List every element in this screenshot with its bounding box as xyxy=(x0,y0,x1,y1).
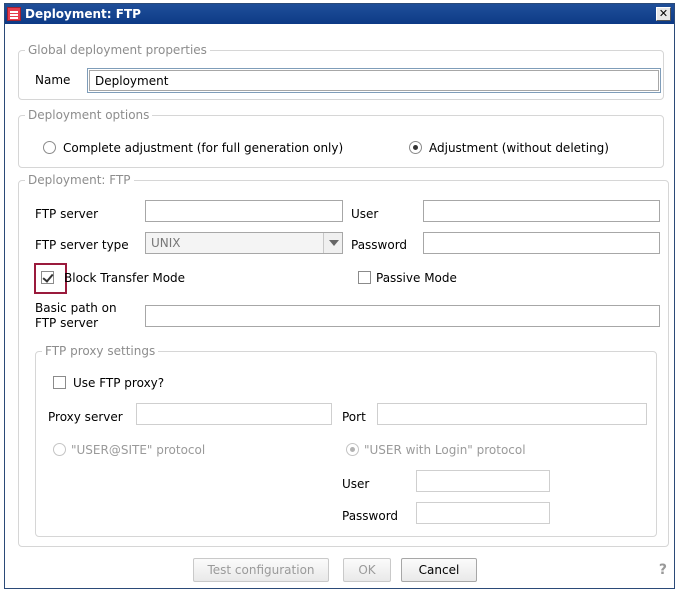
user-site-protocol-radio[interactable] xyxy=(53,443,66,456)
deployment-options-legend: Deployment options xyxy=(25,108,153,122)
user-input[interactable] xyxy=(423,200,660,222)
user-login-protocol-radio[interactable] xyxy=(346,443,359,456)
password-input[interactable] xyxy=(423,232,660,254)
ftp-legend: Deployment: FTP xyxy=(25,173,134,187)
name-label: Name xyxy=(35,73,71,87)
title-bar: Deployment: FTP ✕ xyxy=(5,4,674,24)
use-proxy-checkbox[interactable] xyxy=(53,376,66,389)
dialog-window: Deployment: FTP ✕ Global deployment prop… xyxy=(4,3,675,589)
proxy-user-input[interactable] xyxy=(416,470,550,492)
proxy-password-label: Password xyxy=(342,509,399,523)
block-transfer-checkbox[interactable] xyxy=(41,271,54,284)
ftp-server-type-select[interactable]: UNIX xyxy=(145,232,343,254)
basic-path-label-line2: FTP server xyxy=(35,316,99,330)
user-login-protocol-label: "USER with Login" protocol xyxy=(364,443,526,457)
window-title: Deployment: FTP xyxy=(25,7,141,21)
ftp-server-type-value: UNIX xyxy=(151,236,181,250)
cancel-button[interactable]: Cancel xyxy=(401,558,477,582)
global-properties-legend: Global deployment properties xyxy=(25,43,210,57)
port-input[interactable] xyxy=(377,403,647,425)
proxy-legend: FTP proxy settings xyxy=(42,344,159,358)
port-label: Port xyxy=(342,410,366,424)
passive-mode-checkbox[interactable] xyxy=(358,271,371,284)
basic-path-input[interactable] xyxy=(145,305,660,327)
ftp-server-label: FTP server xyxy=(35,207,99,221)
close-button[interactable]: ✕ xyxy=(656,7,671,21)
proxy-user-label: User xyxy=(342,477,370,491)
user-site-protocol-label: "USER@SITE" protocol xyxy=(71,443,206,457)
chevron-down-icon[interactable] xyxy=(323,233,342,253)
use-proxy-label: Use FTP proxy? xyxy=(73,376,165,390)
ok-button[interactable]: OK xyxy=(343,558,391,582)
user-label: User xyxy=(351,207,379,221)
ftp-server-input[interactable] xyxy=(145,200,343,222)
proxy-server-input[interactable] xyxy=(136,403,332,425)
adjustment-radio[interactable] xyxy=(409,141,422,154)
test-configuration-button[interactable]: Test configuration xyxy=(193,558,329,582)
help-icon[interactable]: ? xyxy=(659,562,667,578)
proxy-password-input[interactable] xyxy=(416,502,550,524)
proxy-server-label: Proxy server xyxy=(48,410,123,424)
adjustment-label: Adjustment (without deleting) xyxy=(429,141,609,155)
password-label: Password xyxy=(351,238,408,252)
basic-path-label-line1: Basic path on xyxy=(35,301,117,315)
passive-mode-label: Passive Mode xyxy=(376,271,457,285)
name-input[interactable]: Deployment xyxy=(87,68,661,93)
ftp-server-type-label: FTP server type xyxy=(35,238,129,252)
app-icon xyxy=(7,7,21,21)
complete-adjustment-radio[interactable] xyxy=(43,141,56,154)
complete-adjustment-label: Complete adjustment (for full generation… xyxy=(63,141,344,155)
block-transfer-label: Block Transfer Mode xyxy=(64,271,186,285)
